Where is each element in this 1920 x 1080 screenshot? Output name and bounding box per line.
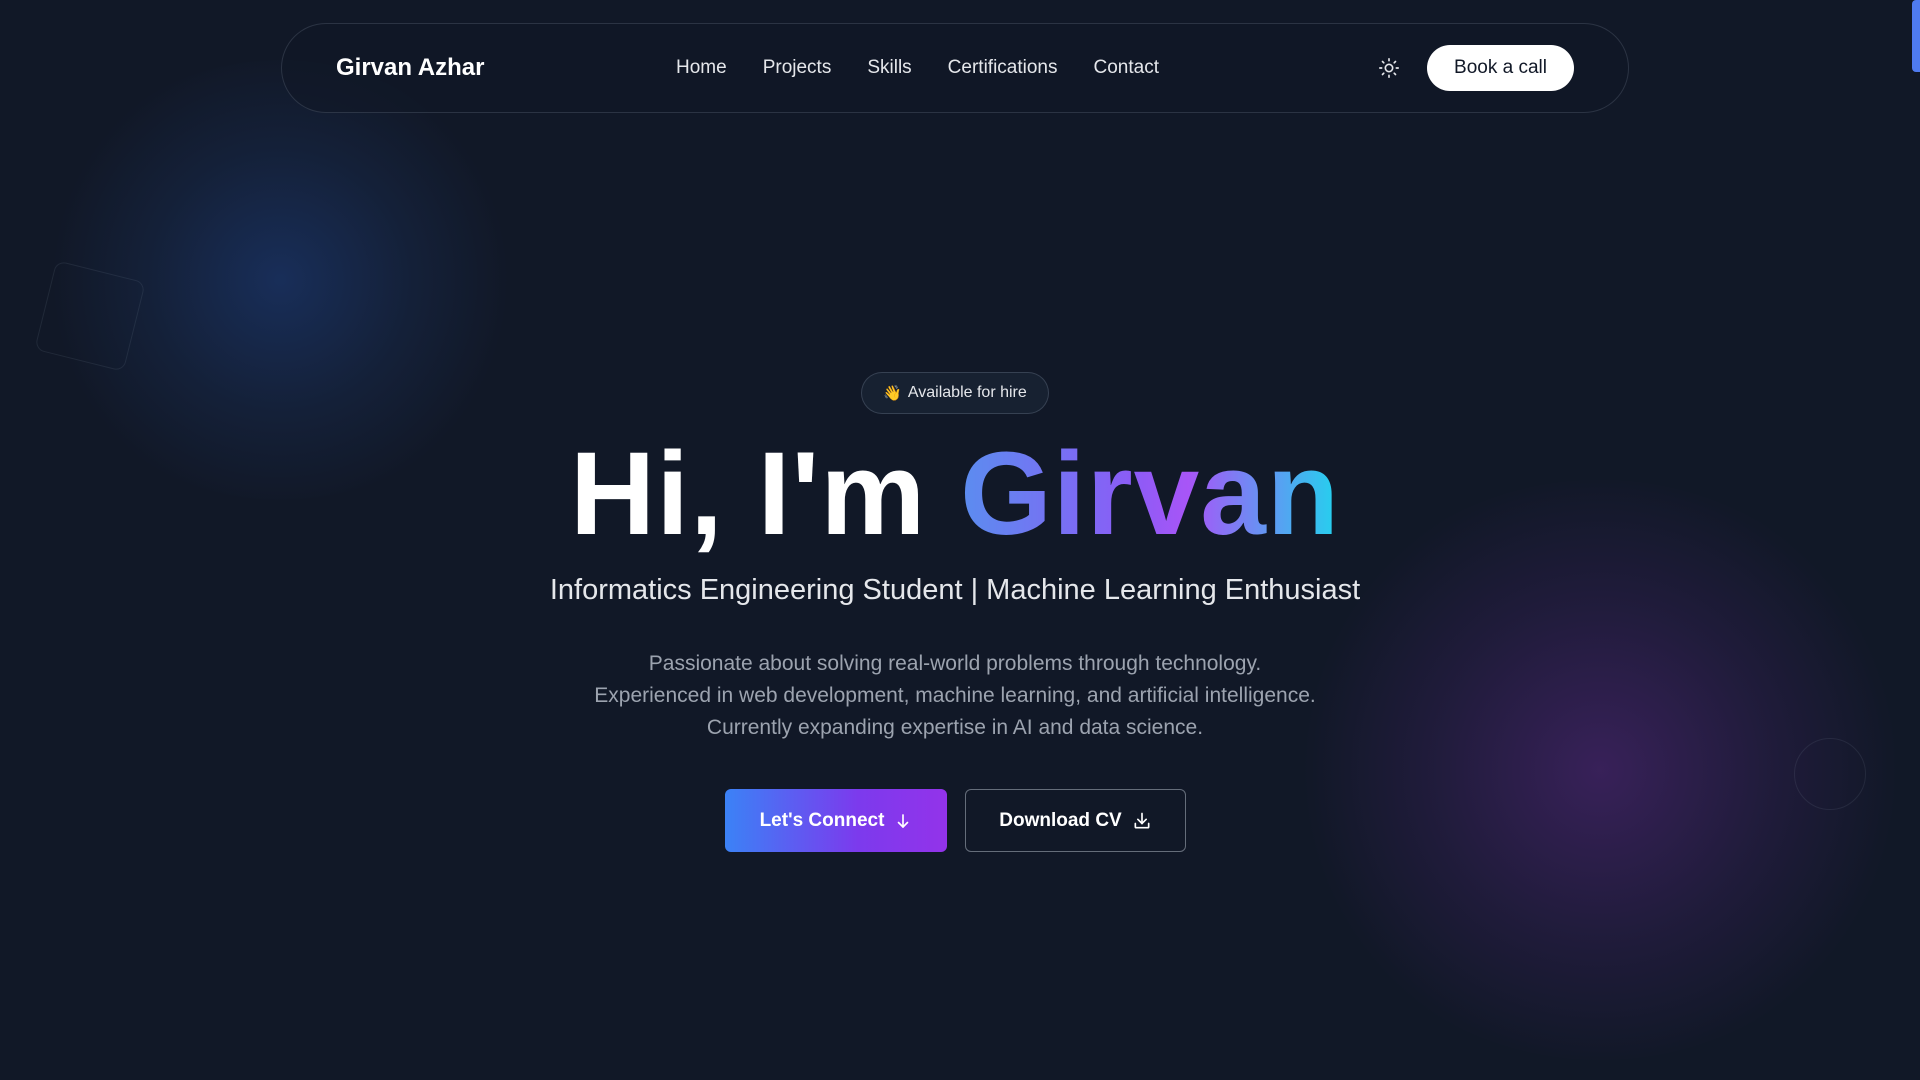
download-cv-label: Download CV — [999, 809, 1122, 831]
nav-link-skills[interactable]: Skills — [867, 57, 911, 79]
nav-link-contact[interactable]: Contact — [1094, 57, 1159, 79]
book-call-button[interactable]: Book a call — [1427, 45, 1574, 91]
description-line: Passionate about solving real-world prob… — [648, 652, 1262, 675]
hero-subtitle: Informatics Engineering Student | Machin… — [549, 574, 1361, 606]
nav-links: Home Projects Skills Certifications Cont… — [676, 57, 1159, 79]
hero-headline: Hi, I'm Girvan — [0, 428, 1910, 560]
hero-actions: Let's Connect Download CV — [725, 789, 1186, 852]
page: Girvan Azhar Home Projects Skills Certif… — [0, 0, 1920, 1080]
description-line: Currently expanding expertise in AI and … — [706, 716, 1204, 739]
description-line: Experienced in web development, machine … — [594, 684, 1316, 707]
download-icon — [1132, 811, 1152, 831]
wave-icon: 👋 — [883, 385, 902, 402]
headline-prefix: Hi, I'm — [570, 428, 961, 560]
nav-link-projects[interactable]: Projects — [763, 57, 832, 79]
arrow-down-icon — [894, 812, 912, 830]
hero-description: Passionate about solving real-world prob… — [0, 648, 1910, 744]
availability-badge: 👋 Available for hire — [861, 372, 1049, 414]
brand-logo[interactable]: Girvan Azhar — [336, 54, 676, 82]
lets-connect-button[interactable]: Let's Connect — [725, 789, 947, 852]
scrollbar-thumb[interactable] — [1912, 0, 1920, 72]
nav-link-home[interactable]: Home — [676, 57, 727, 79]
decorative-circle — [1794, 738, 1866, 810]
badge-text: Available for hire — [907, 384, 1027, 401]
lets-connect-label: Let's Connect — [759, 809, 885, 831]
headline-name: Girvan — [960, 428, 1340, 560]
navbar: Girvan Azhar Home Projects Skills Certif… — [281, 23, 1629, 113]
download-cv-button[interactable]: Download CV — [965, 789, 1186, 852]
sun-icon[interactable] — [1377, 56, 1401, 80]
nav-actions: Book a call — [1377, 45, 1574, 91]
nav-link-certifications[interactable]: Certifications — [948, 57, 1058, 79]
